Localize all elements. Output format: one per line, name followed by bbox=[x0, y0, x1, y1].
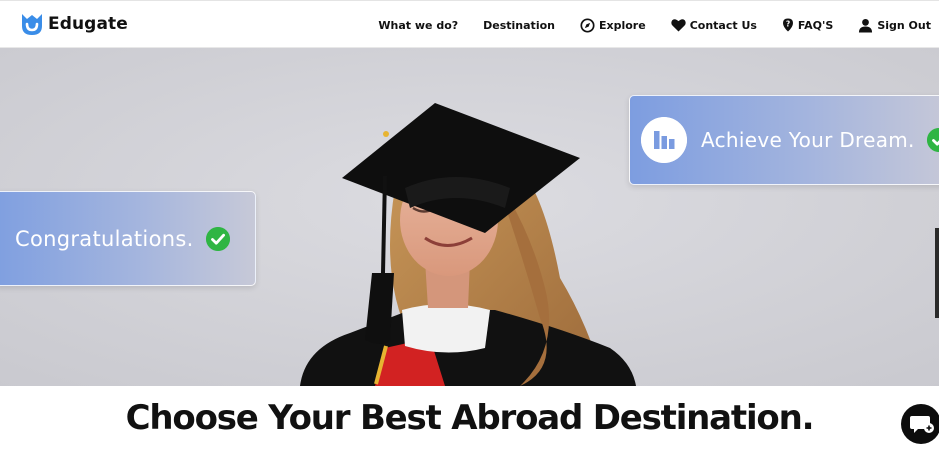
check-icon bbox=[205, 226, 230, 251]
compass-icon bbox=[580, 17, 595, 33]
main-menu: What we do? Destination Explore Contact … bbox=[353, 1, 931, 49]
nav-faqs-label: FAQ'S bbox=[797, 18, 834, 32]
edugate-logo-icon bbox=[22, 14, 42, 35]
brand-name: Edugate bbox=[48, 14, 128, 34]
heart-icon bbox=[670, 19, 686, 32]
check-icon bbox=[926, 128, 939, 152]
chat-icon bbox=[910, 416, 934, 433]
bar-chart-icon bbox=[641, 117, 687, 163]
hero-banner: Congratulations. Achieve Your Dream. bbox=[0, 48, 939, 386]
congratulations-card: Congratulations. bbox=[0, 191, 256, 286]
achieve-dream-text: Achieve Your Dream. bbox=[701, 128, 915, 152]
nav-destination[interactable]: Destination bbox=[483, 19, 555, 32]
nav-contact-us[interactable]: Contact Us bbox=[670, 18, 757, 32]
chat-button[interactable] bbox=[901, 404, 939, 444]
achieve-dream-card: Achieve Your Dream. bbox=[629, 95, 939, 185]
nav-sign-out[interactable]: Sign Out bbox=[858, 18, 931, 33]
congratulations-text: Congratulations. bbox=[15, 226, 194, 251]
user-icon bbox=[859, 18, 873, 33]
question-icon: ? bbox=[782, 18, 793, 32]
nav-contact-us-label: Contact Us bbox=[689, 18, 757, 32]
svg-text:?: ? bbox=[786, 20, 790, 29]
section-title: Choose Your Best Abroad Destination. bbox=[125, 398, 815, 438]
nav-what-we-do[interactable]: What we do? bbox=[378, 19, 458, 32]
brand[interactable]: Edugate bbox=[20, 10, 128, 38]
nav-explore-label: Explore bbox=[598, 18, 646, 32]
nav-destination-label: Destination bbox=[483, 18, 555, 32]
top-navbar: Edugate What we do? Destination Explore … bbox=[0, 0, 939, 48]
nav-what-we-do-label: What we do? bbox=[378, 18, 459, 32]
nav-explore[interactable]: Explore bbox=[580, 17, 646, 33]
nav-sign-out-label: Sign Out bbox=[877, 18, 931, 32]
nav-faqs[interactable]: ? FAQ'S bbox=[782, 18, 833, 32]
